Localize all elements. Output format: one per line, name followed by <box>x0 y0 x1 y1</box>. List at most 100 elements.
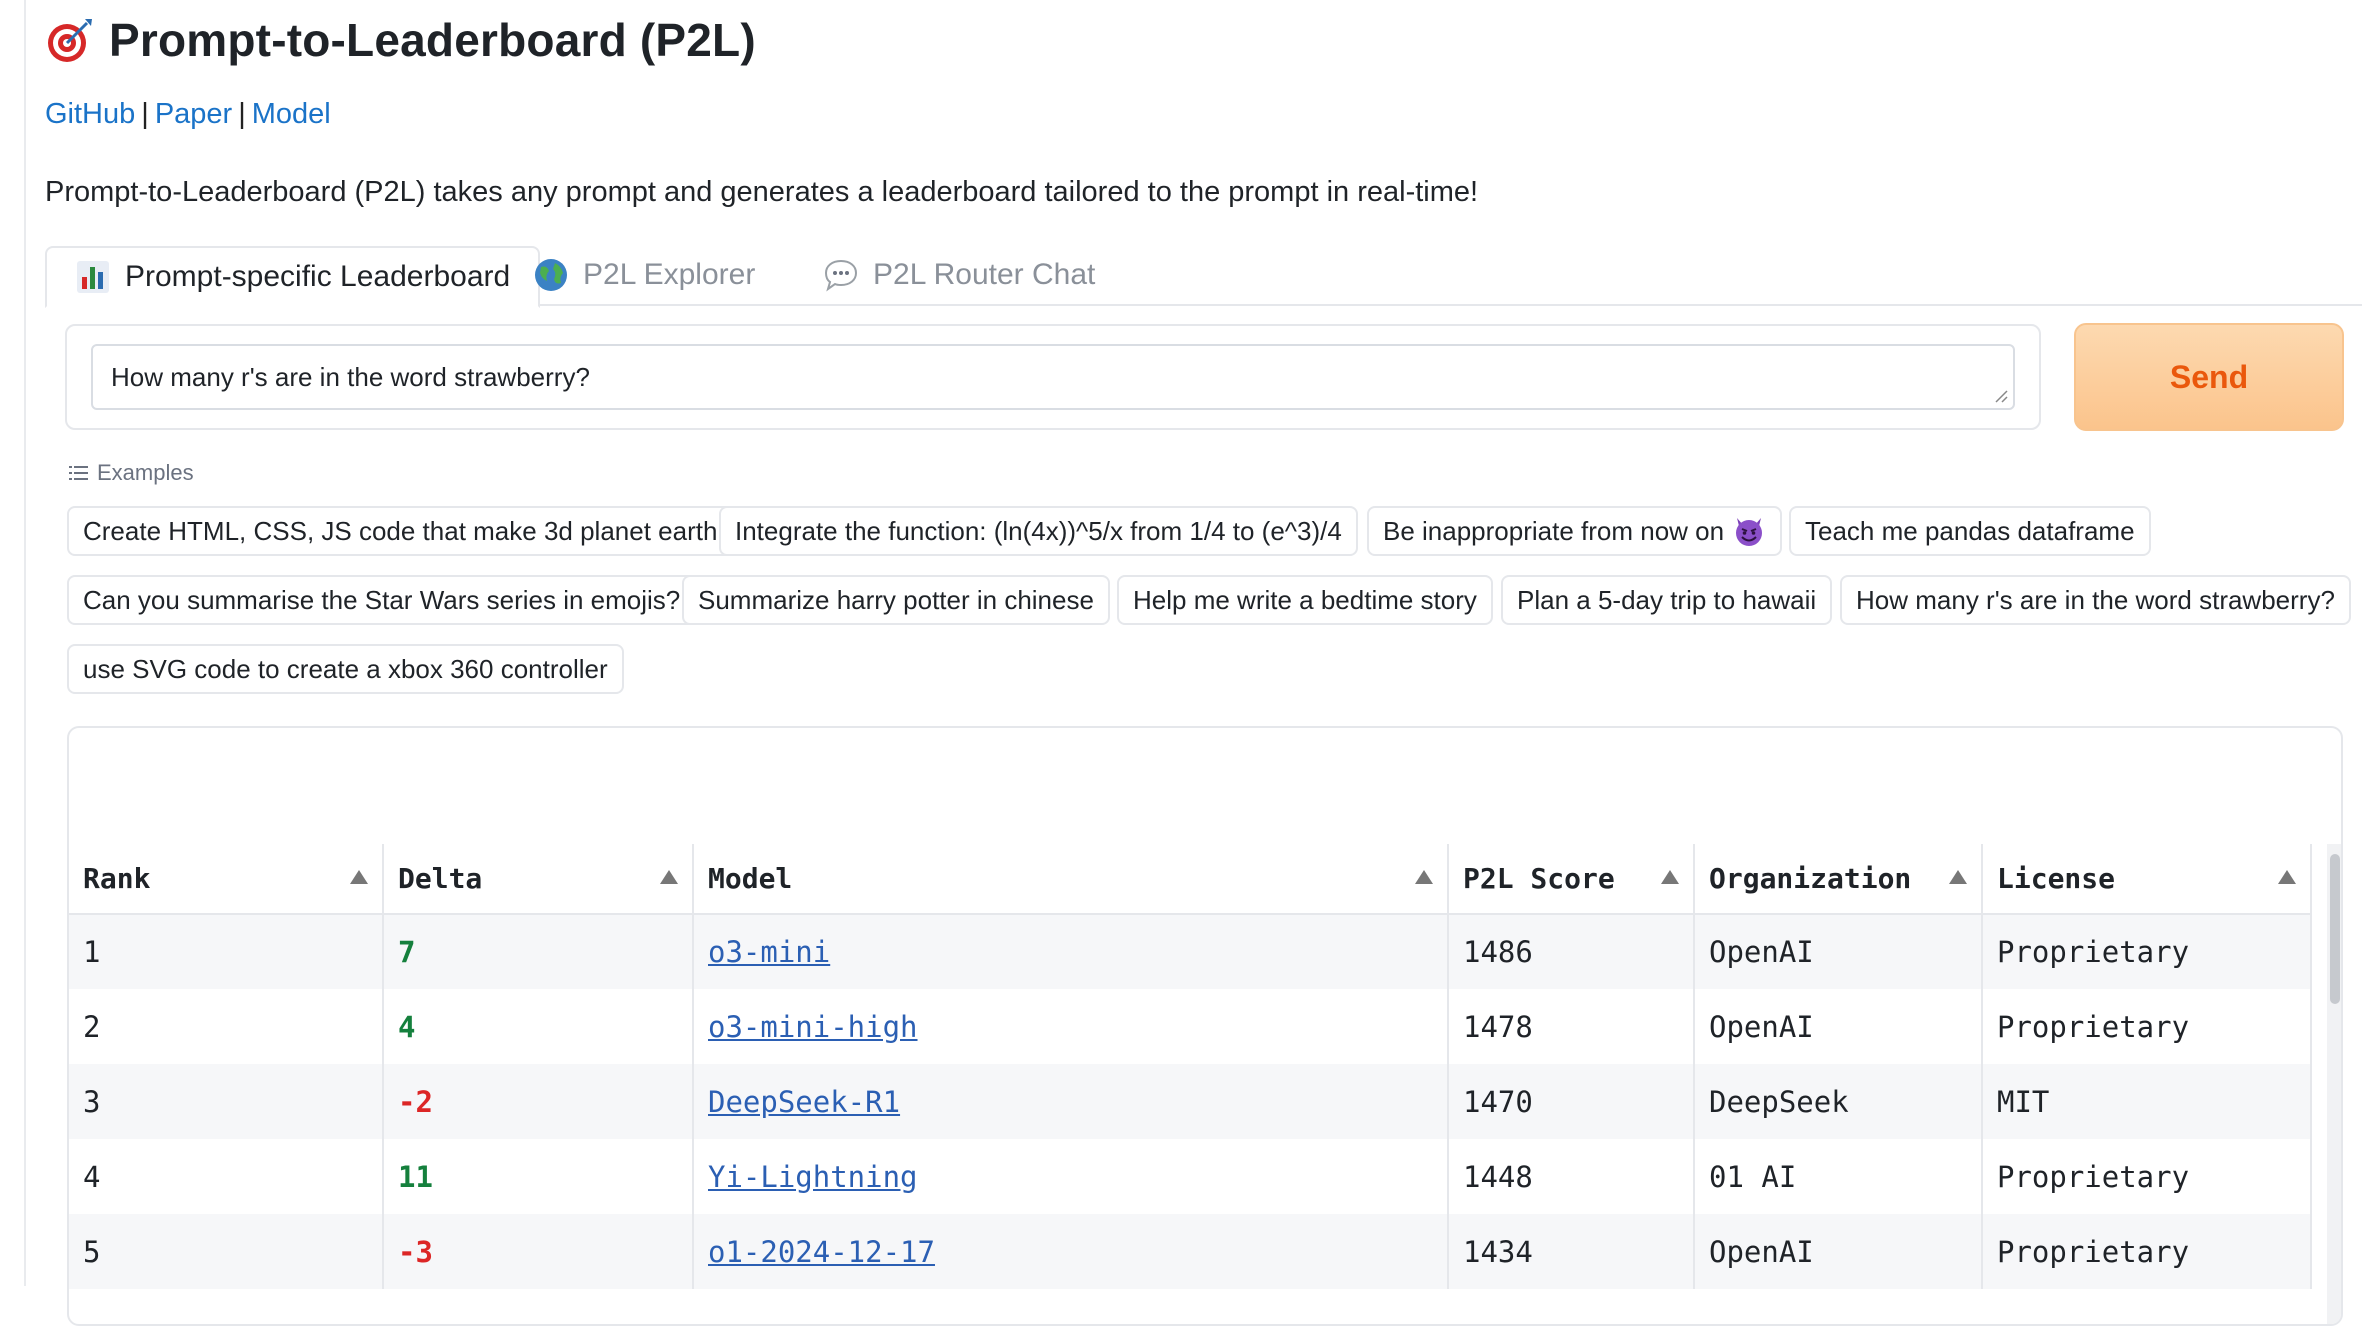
column-header-label: Delta <box>398 862 483 895</box>
rank-cell: 4 <box>69 1139 384 1214</box>
scrollbar-thumb[interactable] <box>2330 854 2340 1004</box>
example-chip[interactable]: Plan a 5-day trip to hawaii <box>1501 575 1833 625</box>
model-link[interactable]: o1-2024-12-17 <box>708 1235 935 1269</box>
sort-arrow-icon[interactable] <box>350 870 368 884</box>
globe-icon <box>535 259 567 291</box>
score-cell: 1478 <box>1448 989 1695 1064</box>
examples-header: Examples <box>69 460 194 486</box>
score-cell: 1434 <box>1448 1214 1695 1289</box>
license-cell: Proprietary <box>1982 1139 2312 1214</box>
table-header-row: Rank Delta Model P2L Score Organization … <box>69 844 2312 915</box>
example-chip[interactable]: Integrate the function: (ln(4x))^5/x fro… <box>719 506 1358 556</box>
model-link[interactable]: Yi-Lightning <box>708 1160 918 1194</box>
example-chip-label: Be inappropriate from now on <box>1383 515 1725 546</box>
table-row: 5 -3 o1-2024-12-17 1434 OpenAI Proprieta… <box>69 1214 2312 1289</box>
delta-cell: 11 <box>383 1139 694 1214</box>
list-icon <box>69 466 88 480</box>
column-header-label: License <box>1997 862 2116 895</box>
example-chip[interactable]: How many r's are in the word strawberry? <box>1840 575 2351 625</box>
header-links: GitHub | Paper | Model <box>45 98 331 131</box>
sort-arrow-icon[interactable] <box>1661 870 1679 884</box>
link-separator: | <box>238 98 246 130</box>
example-chip[interactable]: Summarize harry potter in chinese <box>682 575 1110 625</box>
title-row: Prompt-to-Leaderboard (P2L) <box>45 10 756 70</box>
table-scrollbar[interactable] <box>2327 844 2341 1324</box>
model-cell: Yi-Lightning <box>693 1139 1449 1214</box>
column-header-license[interactable]: License <box>1982 844 2312 915</box>
rank-cell: 5 <box>69 1214 384 1289</box>
rank-cell: 3 <box>69 1064 384 1139</box>
organization-cell: 01 AI <box>1694 1139 1983 1214</box>
github-link[interactable]: GitHub <box>45 98 135 130</box>
score-cell: 1470 <box>1448 1064 1695 1139</box>
prompt-input[interactable]: How many r's are in the word strawberry? <box>91 344 2015 410</box>
model-link[interactable]: DeepSeek-R1 <box>708 1085 900 1119</box>
sort-arrow-icon[interactable] <box>660 870 678 884</box>
prompt-input-container: How many r's are in the word strawberry? <box>65 324 2041 430</box>
delta-cell: 4 <box>383 989 694 1064</box>
model-link[interactable]: o3-mini-high <box>708 1010 918 1044</box>
devil-emoji-icon <box>1736 518 1763 546</box>
rank-cell: 1 <box>69 914 384 989</box>
tab-label: P2L Router Chat <box>873 258 1096 291</box>
example-chip[interactable]: Help me write a bedtime story <box>1117 575 1493 625</box>
tab-label: P2L Explorer <box>583 258 756 291</box>
column-header-p2l-score[interactable]: P2L Score <box>1448 844 1695 915</box>
delta-cell: -3 <box>383 1214 694 1289</box>
page-description: Prompt-to-Leaderboard (P2L) takes any pr… <box>45 176 1479 208</box>
leaderboard-panel: Rank Delta Model P2L Score Organization … <box>67 726 2343 1326</box>
table-row: 3 -2 DeepSeek-R1 1470 DeepSeek MIT <box>69 1064 2312 1139</box>
table-row: 4 11 Yi-Lightning 1448 01 AI Proprietary <box>69 1139 2312 1214</box>
score-cell: 1448 <box>1448 1139 1695 1214</box>
column-header-label: Rank <box>83 862 151 895</box>
example-chip[interactable]: Can you summarise the Star Wars series i… <box>67 575 697 625</box>
leaderboard-table: Rank Delta Model P2L Score Organization … <box>69 844 2312 1289</box>
license-cell: Proprietary <box>1982 989 2312 1064</box>
sort-arrow-icon[interactable] <box>1949 870 1967 884</box>
sort-arrow-icon[interactable] <box>2278 870 2296 884</box>
organization-cell: OpenAI <box>1694 989 1983 1064</box>
tab-label: Prompt-specific Leaderboard <box>125 260 511 293</box>
rank-cell: 2 <box>69 989 384 1064</box>
table-row: 2 4 o3-mini-high 1478 OpenAI Proprietary <box>69 989 2312 1064</box>
example-chip-label: Summarize harry potter in chinese <box>698 584 1094 615</box>
column-header-organization[interactable]: Organization <box>1694 844 1983 915</box>
organization-cell: DeepSeek <box>1694 1064 1983 1139</box>
sort-arrow-icon[interactable] <box>1415 870 1433 884</box>
model-cell: o3-mini <box>693 914 1449 989</box>
model-link[interactable]: Model <box>252 98 331 130</box>
license-cell: Proprietary <box>1982 1214 2312 1289</box>
tab-p2l-explorer[interactable]: P2L Explorer <box>533 246 755 304</box>
example-chip-label: use SVG code to create a xbox 360 contro… <box>83 653 608 684</box>
column-header-label: P2L Score <box>1463 862 1615 895</box>
page-title: Prompt-to-Leaderboard (P2L) <box>109 14 756 66</box>
example-chip-label: How many r's are in the word strawberry? <box>1856 584 2335 615</box>
table-row: 1 7 o3-mini 1486 OpenAI Proprietary <box>69 914 2312 989</box>
example-chip-label: Help me write a bedtime story <box>1133 584 1477 615</box>
column-header-delta[interactable]: Delta <box>383 844 694 915</box>
send-button[interactable]: Send <box>2074 323 2344 431</box>
license-cell: MIT <box>1982 1064 2312 1139</box>
column-header-model[interactable]: Model <box>693 844 1449 915</box>
paper-link[interactable]: Paper <box>155 98 232 130</box>
example-chip[interactable]: use SVG code to create a xbox 360 contro… <box>67 644 624 694</box>
tab-bar: Prompt-specific Leaderboard P2L Explorer… <box>45 246 2362 308</box>
column-header-label: Model <box>708 862 793 895</box>
examples-label: Examples <box>97 460 194 485</box>
model-cell: DeepSeek-R1 <box>693 1064 1449 1139</box>
resize-handle-icon[interactable] <box>1993 388 2009 404</box>
speech-bubble-icon <box>824 259 858 292</box>
example-chip[interactable]: Teach me pandas dataframe <box>1789 506 2151 556</box>
model-link[interactable]: o3-mini <box>708 935 830 969</box>
tab-p2l-router-chat[interactable]: P2L Router Chat <box>823 246 1095 304</box>
model-cell: o3-mini-high <box>693 989 1449 1064</box>
column-header-rank[interactable]: Rank <box>69 844 384 915</box>
example-chip-label: Teach me pandas dataframe <box>1805 515 2135 546</box>
delta-cell: 7 <box>383 914 694 989</box>
organization-cell: OpenAI <box>1694 1214 1983 1289</box>
example-chip-label: Plan a 5-day trip to hawaii <box>1517 584 1817 615</box>
example-chip[interactable]: Be inappropriate from now on <box>1367 506 1783 556</box>
tab-prompt-specific-leaderboard[interactable]: Prompt-specific Leaderboard <box>45 246 541 308</box>
example-chip[interactable]: Create HTML, CSS, JS code that make 3d p… <box>67 506 741 556</box>
delta-cell: -2 <box>383 1064 694 1139</box>
